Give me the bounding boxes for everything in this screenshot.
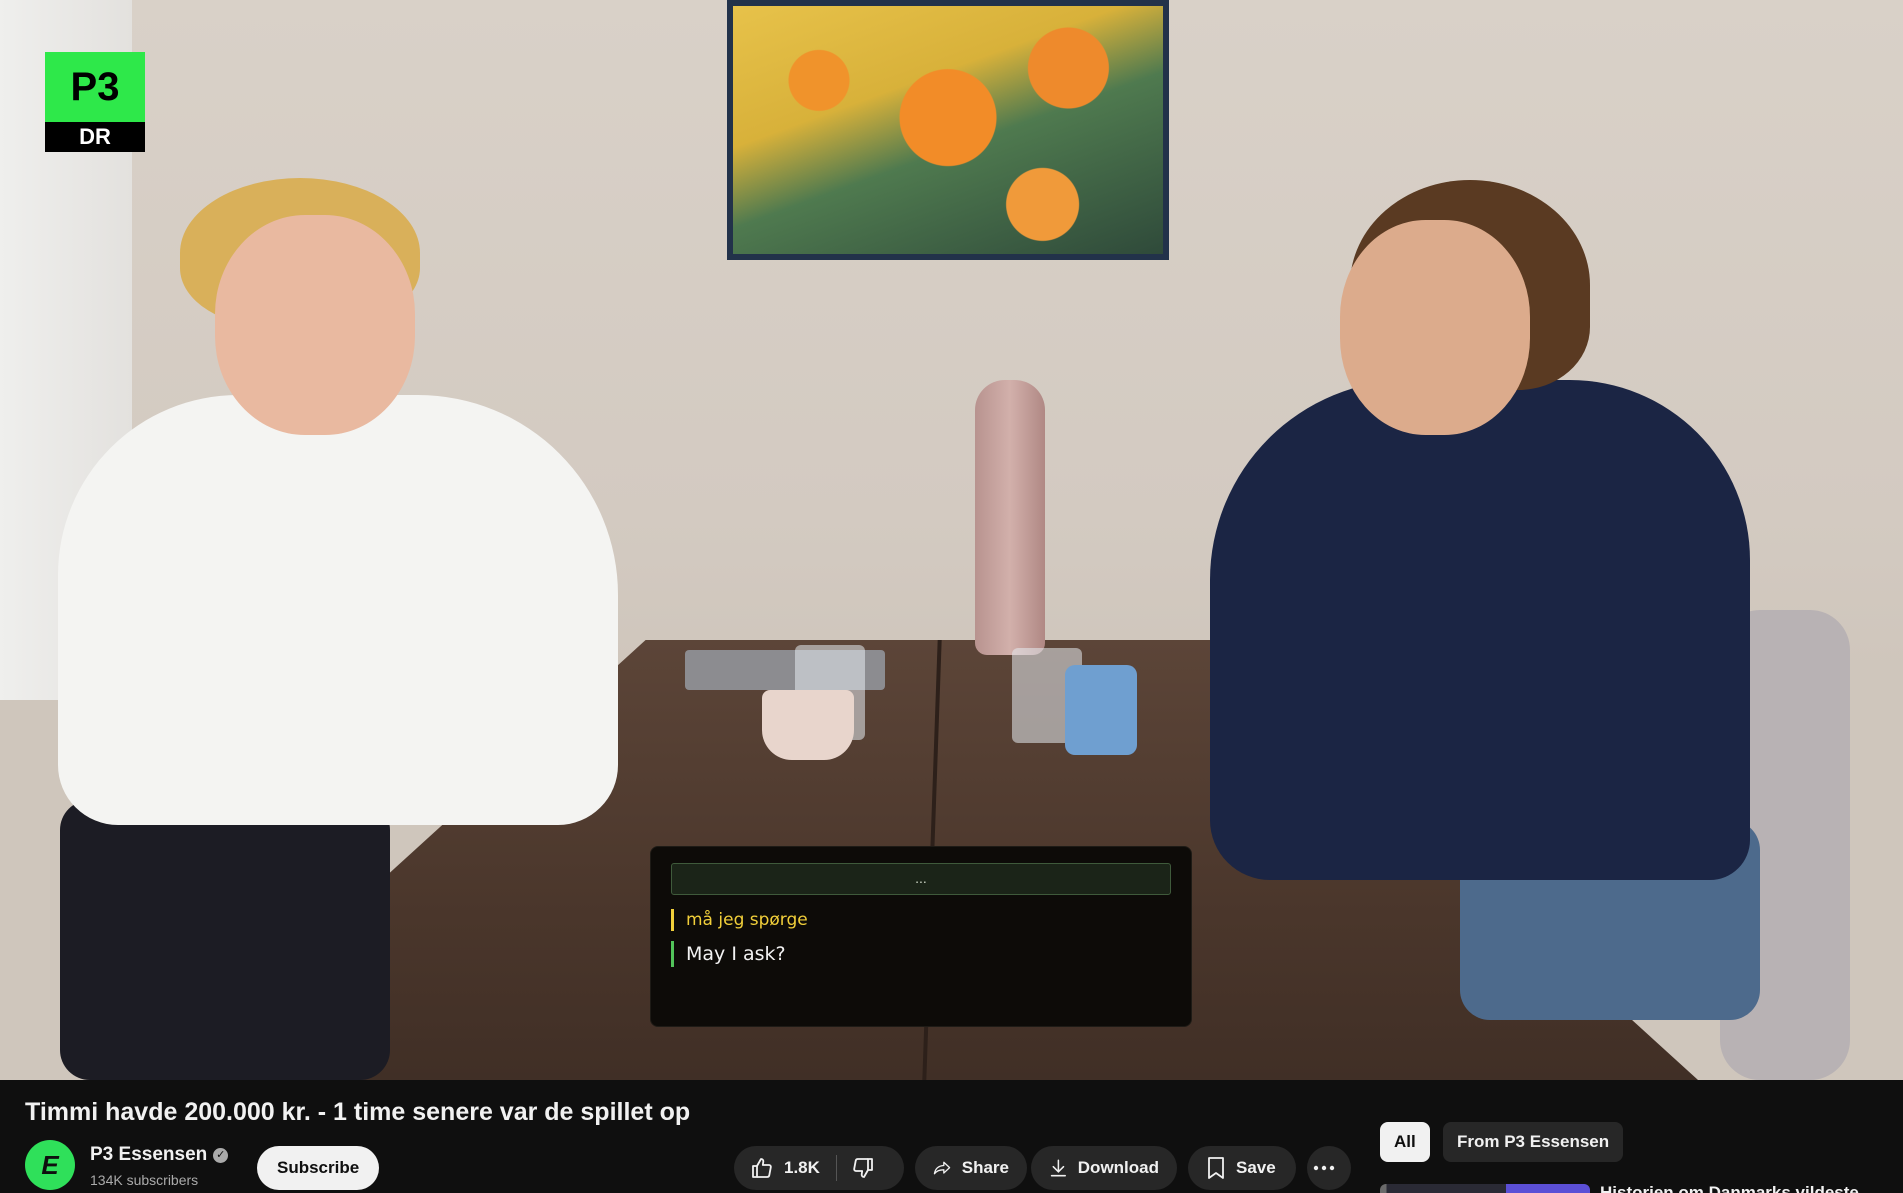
download-button[interactable]: Download [1031,1146,1177,1190]
share-button[interactable]: Share [915,1146,1027,1190]
logo-bottom-text: DR [45,122,145,152]
person-right-head [1340,220,1530,435]
dislike-button[interactable] [837,1146,899,1190]
video-player[interactable]: P3 DR ... må jeg spørge May I ask? [0,0,1903,1080]
download-label: Download [1077,1158,1159,1177]
chip-from-channel[interactable]: From P3 Essensen [1443,1122,1624,1162]
share-label: Share [961,1158,1009,1177]
share-icon [933,1161,951,1175]
person-left-body [58,395,618,825]
person-left-legs [60,800,390,1080]
channel-avatar[interactable]: E [25,1140,75,1190]
like-count: 1.8K [784,1158,820,1177]
verified-icon: ✓ [213,1148,229,1163]
save-icon [1208,1157,1224,1179]
cup-pink [762,690,854,760]
like-dislike-group: 1.8K [734,1146,904,1190]
subtitle-panel: ... må jeg spørge May I ask? [650,846,1192,1027]
like-button[interactable]: 1.8K [734,1146,836,1190]
subscriber-count: 134K subscribers [90,1172,199,1188]
person-right-body [1210,380,1750,880]
dislike-icon [853,1158,873,1178]
download-icon [1050,1159,1066,1177]
channel-name[interactable]: P3 Essensen [90,1144,207,1165]
subscribe-button[interactable]: Subscribe [257,1146,380,1190]
chip-all[interactable]: All [1380,1122,1430,1162]
channel-logo-overlay: P3 DR [45,52,145,152]
person-left-head [215,215,415,435]
subtitle-source-line: må jeg spørge [671,909,1171,931]
logo-top-text: P3 [45,52,145,122]
like-icon [752,1158,772,1178]
save-button[interactable]: Save [1188,1146,1296,1190]
subtitle-bar[interactable]: ... [671,863,1171,895]
wall-poster [727,0,1169,260]
more-icon [1313,1165,1335,1171]
subtitle-translation-line: May I ask? [671,941,1171,967]
save-label: Save [1236,1158,1276,1177]
bottle [975,380,1045,655]
recommendation-title-peek[interactable]: Historien om Danmarks vildeste ... [1600,1180,1860,1193]
recommendation-thumbnail-peek[interactable] [1380,1184,1590,1193]
channel-name-row: P3 Essensen ✓ [90,1144,229,1166]
video-title: Timmi havde 200.000 kr. - 1 time senere … [25,1098,691,1126]
cup-blue [1065,665,1137,755]
more-actions-button[interactable] [1307,1146,1351,1190]
